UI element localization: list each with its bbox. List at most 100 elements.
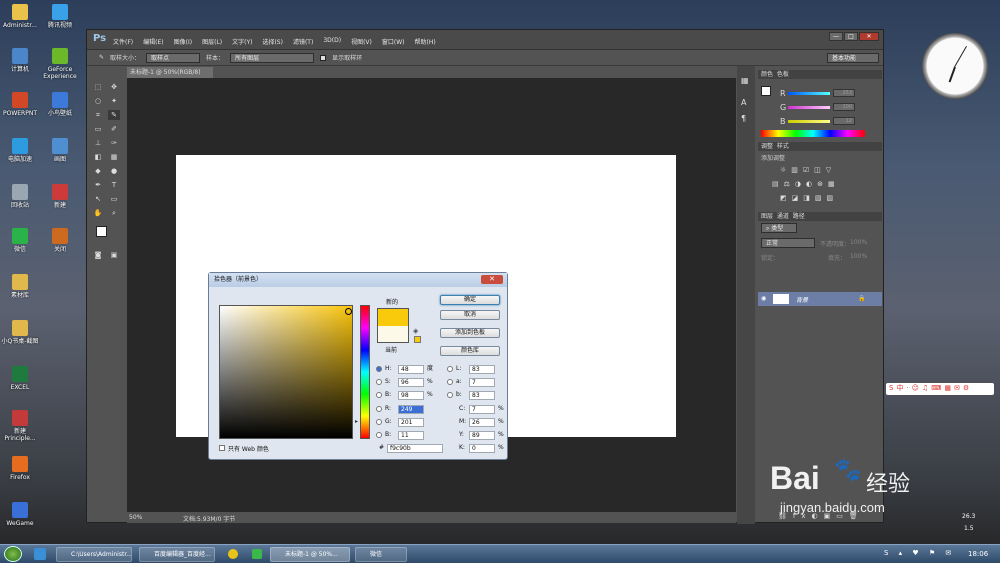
menu-item[interactable]: 帮助(H): [415, 37, 436, 46]
maximize-button[interactable]: □: [844, 32, 858, 41]
desktop-icon[interactable]: 新建 Principle...: [0, 410, 40, 442]
character-icon[interactable]: A: [741, 98, 746, 107]
workspace-select[interactable]: 基本功能: [827, 52, 879, 63]
history-icon[interactable]: ▦: [741, 76, 749, 85]
radio-s[interactable]: [376, 379, 382, 385]
eyedropper-tool-icon[interactable]: ✎: [108, 110, 120, 120]
b-value[interactable]: 12: [833, 117, 855, 125]
taskbar-item-wechat[interactable]: 微信: [355, 547, 407, 562]
radio-h[interactable]: [376, 366, 382, 372]
quick-mask-icon[interactable]: ◙: [92, 250, 104, 260]
stamp-tool-icon[interactable]: ⊥: [92, 138, 104, 148]
show-ring-checkbox[interactable]: [320, 54, 327, 61]
input-l[interactable]: 83: [469, 365, 495, 374]
clock-time[interactable]: 18:06: [968, 550, 988, 558]
dialog-close-button[interactable]: ✕: [481, 275, 503, 284]
layers-panel-header[interactable]: 图层 通道 路径: [758, 212, 882, 221]
eyedropper-icon[interactable]: ✎: [99, 54, 104, 61]
menu-item[interactable]: 视图(V): [351, 37, 372, 46]
eye-icon[interactable]: ◉: [761, 295, 766, 302]
pen-tool-icon[interactable]: ✒: [92, 180, 104, 190]
desktop-icon[interactable]: Administr...: [0, 4, 40, 29]
desktop-icon[interactable]: WeGame: [0, 502, 40, 527]
input-s[interactable]: 96: [398, 378, 424, 387]
fill-value[interactable]: 100%: [850, 253, 867, 260]
input-g[interactable]: 201: [398, 418, 424, 427]
current-color-swatch[interactable]: [377, 326, 409, 343]
taskbar-item-photoshop[interactable]: 未标题-1 @ 50%...: [270, 547, 350, 562]
menu-item[interactable]: 窗口(W): [382, 37, 405, 46]
sample-select[interactable]: 所有图层: [230, 52, 315, 63]
menu-item[interactable]: 编辑(E): [143, 37, 163, 46]
opacity-value[interactable]: 100%: [850, 239, 867, 246]
b-slider[interactable]: [788, 120, 830, 123]
brush-tool-icon[interactable]: ✐: [108, 124, 120, 134]
close-button[interactable]: ✕: [859, 32, 879, 41]
adjustment-icons-row2[interactable]: ▤⚖◑◐⊛▦: [772, 180, 840, 188]
desktop-icon[interactable]: 画图: [40, 138, 80, 163]
radio-lab-b[interactable]: [447, 392, 453, 398]
sample-size-select[interactable]: 取样点: [146, 52, 201, 63]
lasso-tool-icon[interactable]: ○: [92, 96, 104, 106]
desktop-icon[interactable]: EXCEL: [0, 366, 40, 391]
hue-arrow-icon[interactable]: ▸: [355, 418, 358, 425]
healing-tool-icon[interactable]: ▭: [92, 124, 104, 134]
blend-mode-select[interactable]: 正常: [761, 238, 815, 248]
input-b[interactable]: 98: [398, 391, 424, 400]
menu-item[interactable]: 文字(Y): [232, 37, 252, 46]
hand-tool-icon[interactable]: ✋: [92, 208, 104, 218]
radio-l[interactable]: [447, 366, 453, 372]
menu-item[interactable]: 选择(S): [262, 37, 283, 46]
color-picker-marker[interactable]: [345, 308, 352, 315]
shape-tool-icon[interactable]: ▭: [108, 194, 120, 204]
layer-name[interactable]: 背景: [796, 295, 808, 304]
adjust-panel-header[interactable]: 调整 样式: [758, 142, 882, 151]
hue-slider[interactable]: [360, 305, 370, 439]
input-y[interactable]: 89: [469, 431, 495, 440]
ime-toolbar[interactable]: S中·☺♫⌨▦✉⚙: [886, 383, 994, 395]
desktop-icon[interactable]: 小鸟壁纸: [40, 92, 80, 117]
quicklaunch-icon[interactable]: [34, 548, 46, 560]
screen-mode-icon[interactable]: ▣: [108, 250, 120, 260]
cancel-button[interactable]: 取消: [440, 310, 500, 320]
desktop-icon[interactable]: 电脑加速: [0, 138, 40, 163]
input-r[interactable]: 249: [398, 405, 424, 414]
menu-item[interactable]: 3D(D): [323, 37, 341, 46]
blur-tool-icon[interactable]: ◆: [92, 166, 104, 176]
menu-item[interactable]: 图层(L): [202, 37, 222, 46]
input-m[interactable]: 26: [469, 418, 495, 427]
paragraph-icon[interactable]: ¶: [741, 114, 746, 123]
move-tool-icon[interactable]: ✥: [108, 82, 120, 92]
type-tool-icon[interactable]: T: [108, 180, 120, 190]
gradient-tool-icon[interactable]: ▦: [108, 152, 120, 162]
taskbar-item-explorer[interactable]: C:\Users\Administr...: [56, 547, 132, 562]
color-ramp[interactable]: [761, 130, 865, 137]
desktop-icon[interactable]: 计算机: [0, 48, 40, 73]
web-safe-swatch[interactable]: [414, 336, 421, 343]
crop-tool-icon[interactable]: ⌗: [92, 110, 104, 120]
r-value[interactable]: 253: [833, 89, 855, 97]
desktop-icon[interactable]: GeForce Experience: [40, 48, 80, 80]
path-select-icon[interactable]: ↖: [92, 194, 104, 204]
taskbar-item-browser[interactable]: 百度编辑器_百度经...: [139, 547, 215, 562]
add-to-swatches-button[interactable]: 添加到色板: [440, 328, 500, 338]
start-button[interactable]: [4, 546, 22, 562]
desktop-icon[interactable]: 腾讯视频: [40, 4, 80, 29]
menu-item[interactable]: 滤镜(T): [293, 37, 313, 46]
desktop-icon[interactable]: POWERPNT: [0, 92, 40, 117]
input-lab-b[interactable]: 83: [469, 391, 495, 400]
menu-item[interactable]: 图像(I): [174, 37, 192, 46]
menu-item[interactable]: 文件(F): [113, 37, 133, 46]
color-panel-header[interactable]: 颜色 色板: [758, 70, 882, 79]
layer-kind-filter[interactable]: ⌕ 类型: [761, 223, 797, 233]
color-libraries-button[interactable]: 颜色库: [440, 346, 500, 356]
eraser-tool-icon[interactable]: ◧: [92, 152, 104, 162]
marquee-tool-icon[interactable]: ⬚: [92, 82, 104, 92]
r-slider[interactable]: [788, 92, 830, 95]
desktop-icon[interactable]: 回收站: [0, 184, 40, 209]
taskbar-app-icon[interactable]: [228, 549, 238, 559]
hex-input[interactable]: f9c90b: [387, 444, 443, 453]
input-c[interactable]: 7: [469, 405, 495, 414]
radio-b[interactable]: [376, 392, 382, 398]
dodge-tool-icon[interactable]: ●: [108, 166, 120, 176]
